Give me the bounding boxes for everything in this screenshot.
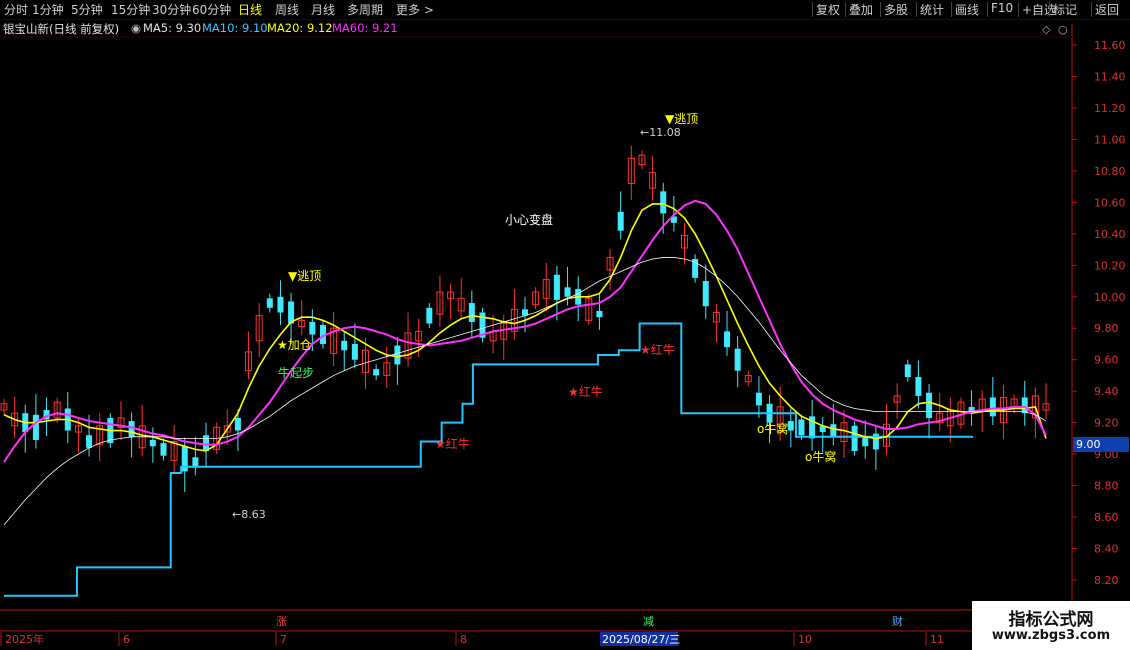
candle-body xyxy=(266,298,273,308)
x-tick-label: 2025/08/27/三 xyxy=(602,633,680,646)
candle-body xyxy=(787,421,794,431)
escape-top-label: ▼逃顶 xyxy=(288,269,321,283)
candle-body xyxy=(617,211,624,231)
candle-body xyxy=(277,296,284,313)
kline-chart[interactable]: 11.60 11.40 11.20 11.00 10.80 10.60 10.40 10.20… xyxy=(0,0,1130,650)
y-tick-label: 11.40 xyxy=(1094,70,1126,83)
candle-body xyxy=(755,392,762,406)
candle-body xyxy=(468,303,475,322)
y-tick-label: 9.20 xyxy=(1094,417,1119,430)
y-tick-label: 8.80 xyxy=(1094,480,1119,493)
watermark-title: 指标公式网 xyxy=(1008,610,1094,630)
candle-body xyxy=(851,425,858,451)
candle-body xyxy=(149,439,156,447)
candle-body xyxy=(203,435,210,451)
candle-body xyxy=(798,419,805,436)
candle-body xyxy=(192,457,199,467)
x-tick-label: 11 xyxy=(930,633,944,646)
candle-body xyxy=(86,435,93,448)
y-tick-label: 11.00 xyxy=(1094,133,1126,146)
high-annotation: ←11.08 xyxy=(640,126,681,139)
candle-body xyxy=(309,321,316,335)
candle-body xyxy=(724,331,731,348)
candle-body xyxy=(341,340,348,351)
candle-body xyxy=(373,369,380,376)
candle-body xyxy=(926,392,933,418)
candle-body xyxy=(989,397,996,417)
x-tick-label: 6 xyxy=(123,633,130,646)
red-bull-label: ★红牛 xyxy=(568,384,603,399)
candle-body xyxy=(915,377,922,396)
y-tick-label: 8.20 xyxy=(1094,574,1119,587)
bull-start-label: 牛起步 xyxy=(278,365,314,380)
bottom-marker: 减 xyxy=(643,615,654,628)
candle-body xyxy=(564,287,571,297)
low-annotation: ←8.63 xyxy=(232,508,266,521)
escape-top-label: ▼逃顶 xyxy=(665,112,698,126)
candle-body xyxy=(660,191,667,214)
y-tick-label: 10.20 xyxy=(1094,259,1126,272)
watermark: 指标公式网 www.zbgs3.com xyxy=(972,601,1130,650)
watermark-url: www.zbgs3.com xyxy=(991,628,1111,643)
candle-body xyxy=(351,343,358,360)
current-price-badge: 9.00 xyxy=(1073,437,1129,452)
circle-icon: ○ xyxy=(1058,23,1068,36)
bull-nest-label: o牛窝 xyxy=(805,449,836,464)
candle-body xyxy=(234,417,241,431)
candle-body xyxy=(32,414,39,440)
y-tick-label: 9.40 xyxy=(1094,385,1119,398)
diamond-icon: ◇ xyxy=(1042,23,1051,36)
candle-body xyxy=(734,348,741,371)
y-tick-label: 10.80 xyxy=(1094,165,1126,178)
candle-body xyxy=(394,345,401,365)
y-tick-label: 8.40 xyxy=(1094,543,1119,556)
candle-body xyxy=(702,281,709,307)
bottom-marker: 财 xyxy=(892,614,903,628)
bottom-marker: 涨 xyxy=(276,615,287,628)
y-tick-label: 11.60 xyxy=(1094,39,1126,52)
y-tick-label: 9.60 xyxy=(1094,354,1119,367)
y-tick-label: 10.60 xyxy=(1094,196,1126,209)
bull-nest-label: o牛窝 xyxy=(757,421,788,436)
candle-body xyxy=(830,424,837,437)
y-tick-label: 10.40 xyxy=(1094,228,1126,241)
y-tick-label: 8.60 xyxy=(1094,511,1119,524)
candle-body xyxy=(862,436,869,447)
y-tick-label: 11.20 xyxy=(1094,102,1126,115)
candle-body xyxy=(426,307,433,324)
y-tick-label: 9.80 xyxy=(1094,322,1119,335)
red-bull-label: ★红牛 xyxy=(640,342,675,357)
candle-body xyxy=(160,443,167,456)
candle-body xyxy=(1021,397,1028,414)
candle-body xyxy=(553,274,560,300)
careful-label: 小心变盘 xyxy=(505,212,553,227)
x-tick-label: 10 xyxy=(798,633,812,646)
y-tick-label: 10.00 xyxy=(1094,291,1126,304)
candle-body xyxy=(904,364,911,378)
add-position-label: ★加仓 xyxy=(277,338,312,352)
candle-body xyxy=(596,310,603,318)
x-tick-label: 2025年 xyxy=(5,632,44,646)
red-bull-label: ★红牛 xyxy=(435,436,470,451)
x-tick-label: 8 xyxy=(460,633,467,646)
x-tick-label: 7 xyxy=(280,633,287,646)
